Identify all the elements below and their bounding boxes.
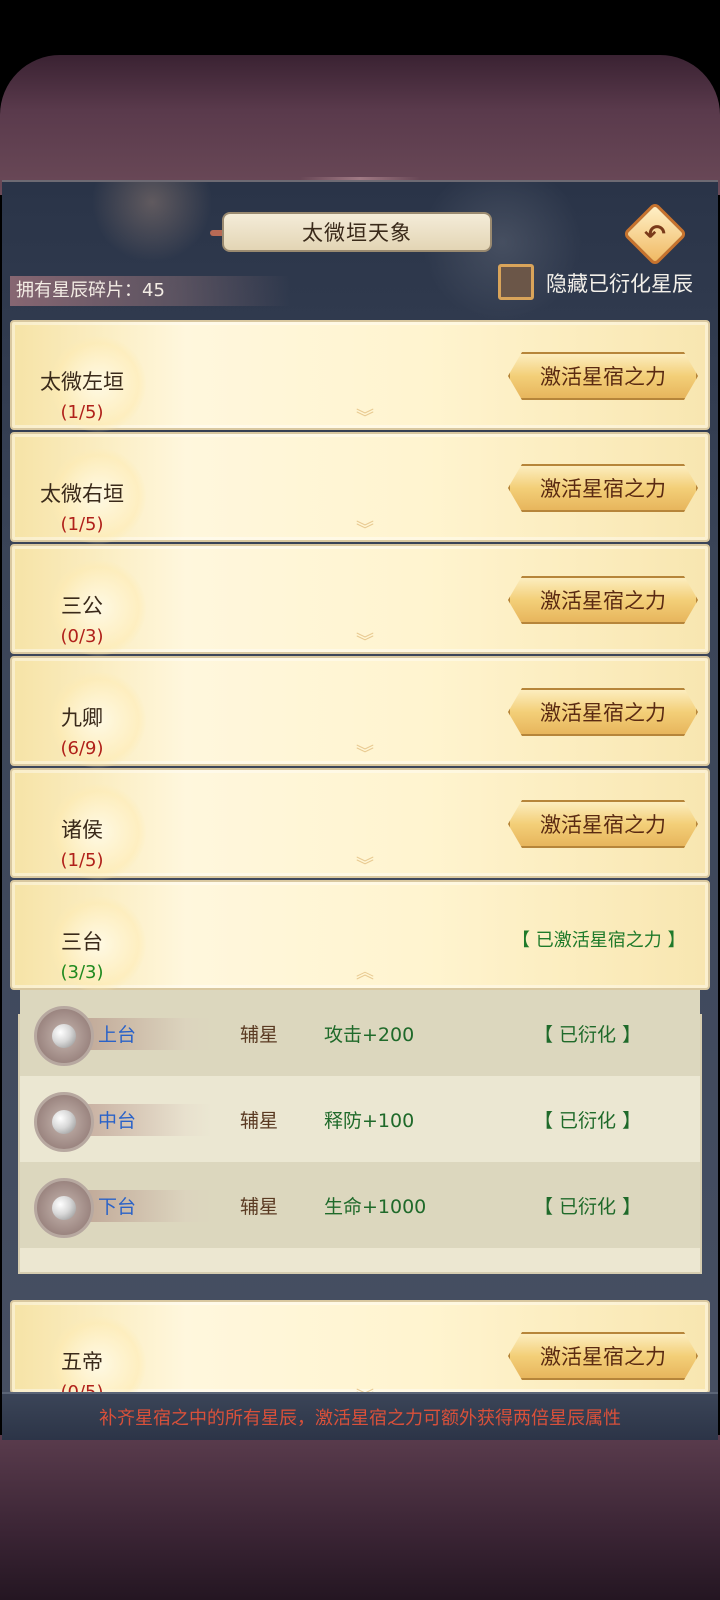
expand-chevron-icon[interactable]: ︾: [356, 516, 374, 542]
activate-button[interactable]: 激活星宿之力: [508, 576, 698, 624]
activate-button[interactable]: 激活星宿之力: [508, 464, 698, 512]
star-orb-icon: [52, 1196, 76, 1220]
constellation-progress: (3/3): [60, 962, 104, 983]
star-state: 【 已衍化 】: [534, 1196, 642, 1218]
constellation-progress: (1/5): [60, 850, 104, 871]
expand-chevron-icon[interactable]: ︾: [356, 628, 374, 654]
activate-button[interactable]: 激活星宿之力: [508, 352, 698, 400]
constellation-name: 三台: [61, 930, 103, 954]
constellation-progress: (0/3): [60, 626, 104, 647]
bottom-frame-ornament: [0, 1435, 720, 1600]
back-arrow-icon[interactable]: ↶: [633, 213, 677, 257]
star-row[interactable]: 上台 辅星 攻击+200 【 已衍化 】: [20, 990, 700, 1076]
constellation-name: 五帝: [61, 1350, 103, 1374]
star-type: 辅星: [240, 1196, 279, 1218]
star-row[interactable]: 中台 辅星 释防+100 【 已衍化 】: [20, 1076, 700, 1162]
constellation-row[interactable]: 诸侯 (1/5) ︾ 激活星宿之力: [10, 768, 710, 880]
constellation-row[interactable]: 九卿 (6/9) ︾ 激活星宿之力: [10, 656, 710, 768]
page-title: 太微垣天象: [222, 212, 492, 252]
collapse-chevron-icon[interactable]: ︽: [356, 958, 374, 984]
star-state: 【 已衍化 】: [534, 1024, 642, 1046]
star-orb-icon: [52, 1024, 76, 1048]
star-attribute: 释防+100: [324, 1110, 415, 1132]
constellation-name: 九卿: [61, 706, 103, 730]
constellation-name: 三公: [61, 594, 103, 618]
star-name: 中台: [98, 1110, 137, 1132]
activate-button[interactable]: 激活星宿之力: [508, 800, 698, 848]
star-orb-icon: [52, 1110, 76, 1134]
hide-evolved-label[interactable]: 隐藏已衍化星辰: [546, 268, 693, 298]
constellation-progress: (6/9): [60, 738, 104, 759]
constellation-row[interactable]: 五帝 (0/5) ︾ 激活星宿之力: [10, 1300, 710, 1394]
footer-hint: 补齐星宿之中的所有星辰，激活星宿之力可额外获得两倍星辰属性: [2, 1392, 718, 1440]
constellation-row[interactable]: 三公 (0/3) ︾ 激活星宿之力: [10, 544, 710, 656]
constellation-row[interactable]: 太微右垣 (1/5) ︾ 激活星宿之力: [10, 432, 710, 544]
hide-evolved-checkbox[interactable]: [498, 264, 534, 300]
star-type: 辅星: [240, 1110, 279, 1132]
star-attribute: 攻击+200: [324, 1024, 415, 1046]
star-type: 辅星: [240, 1024, 279, 1046]
constellation-row[interactable]: 太微左垣 (1/5) ︾ 激活星宿之力: [10, 320, 710, 432]
constellation-row-expanded[interactable]: 三台 (3/3) ︽ 【 已激活星宿之力 】: [10, 880, 710, 992]
expand-chevron-icon[interactable]: ︾: [356, 852, 374, 878]
constellation-name: 太微左垣: [40, 370, 124, 394]
star-row[interactable]: 下台 辅星 生命+1000 【 已衍化 】: [20, 1162, 700, 1248]
expand-chevron-icon[interactable]: ︾: [356, 740, 374, 766]
star-attribute: 生命+1000: [324, 1196, 427, 1218]
activate-button[interactable]: 激活星宿之力: [508, 1332, 698, 1380]
activate-button[interactable]: 激活星宿之力: [508, 688, 698, 736]
constellation-name: 诸侯: [61, 818, 103, 842]
star-name: 下台: [98, 1196, 137, 1218]
star-name: 上台: [98, 1024, 137, 1046]
constellation-name: 太微右垣: [40, 482, 124, 506]
activated-status: 【 已激活星宿之力 】: [512, 930, 686, 951]
star-shards-count: 拥有星辰碎片：45: [10, 276, 290, 306]
constellation-progress: (1/5): [60, 514, 104, 535]
star-state: 【 已衍化 】: [534, 1110, 642, 1132]
top-frame-ornament: [0, 55, 720, 195]
constellation-progress: (1/5): [60, 402, 104, 423]
expand-chevron-icon[interactable]: ︾: [356, 404, 374, 430]
